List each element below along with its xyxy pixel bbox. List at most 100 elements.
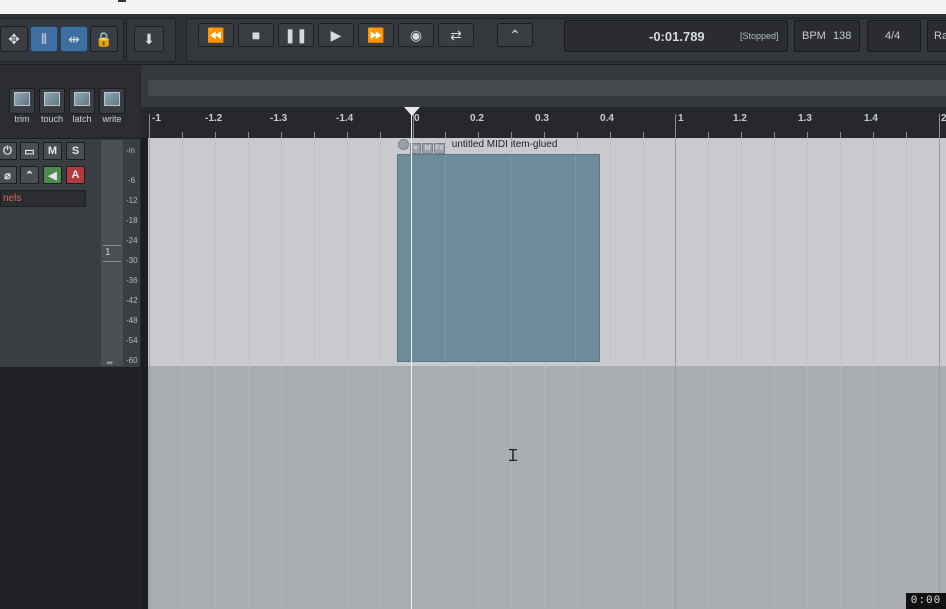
record-button[interactable]: ◉	[398, 23, 434, 47]
latch-label: latch	[72, 114, 92, 124]
time-signature-display[interactable]: 4/4	[867, 20, 921, 52]
repeat-button[interactable]: ⇄	[438, 23, 474, 47]
latch-mode-button[interactable]	[69, 88, 95, 114]
meter-in-label: -in	[126, 146, 135, 155]
save-button[interactable]: ⬇	[134, 26, 164, 52]
grid-line	[643, 138, 644, 609]
timeline-ruler[interactable]: -1 -1.2 -1.3 -1.4 0 0.2 0.3 0.4 1 1.2 1.…	[141, 107, 946, 138]
repeat-icon: ⇄	[450, 26, 462, 43]
touch-mode-button[interactable]	[39, 88, 65, 114]
media-item-name: untitled MIDI item-glued	[451, 139, 558, 150]
solo-button[interactable]: S	[66, 142, 85, 160]
snap-toggle-button[interactable]: ⇹	[60, 26, 88, 52]
bpm-label: BPM	[802, 30, 826, 42]
lock-button[interactable]: 🔒	[90, 26, 118, 52]
ruler-major-tick	[675, 114, 676, 138]
item-fx-button[interactable]: FX	[434, 143, 445, 154]
rate-label: Ra	[934, 30, 946, 42]
grid-line	[314, 138, 315, 609]
pause-button[interactable]: ❚❚	[278, 23, 314, 47]
grid-line	[380, 138, 381, 609]
touch-label: touch	[40, 114, 64, 124]
db-tick: -36	[126, 276, 138, 285]
item-grid-line	[445, 155, 446, 361]
media-item-header[interactable]: ≡ M FX untitled MIDI item-glued	[398, 139, 558, 154]
power-icon: ⏻	[3, 144, 12, 157]
record-monitor-button[interactable]: ◀	[43, 166, 62, 184]
move-arrows-icon: ✥	[8, 30, 20, 47]
grid-line	[610, 138, 611, 609]
envelope-toggle-button[interactable]: ⌃	[20, 166, 39, 184]
tcp-splitter[interactable]	[141, 65, 148, 609]
empty-tcp-area[interactable]	[0, 367, 140, 609]
time-readout: -0:01.789	[649, 29, 705, 44]
automation-write[interactable]: write	[99, 88, 127, 124]
fast-forward-icon: ⏩	[367, 26, 385, 43]
midi-media-item[interactable]	[397, 154, 600, 362]
main-toolbar: ✥ ⦀ ⇹ 🔒 ⬇ ⏪ ■ ❚❚ ▶ ⏩ ◉ ⇄ ⌃ -0:01.789 [St…	[0, 14, 946, 65]
trim-label: trim	[14, 114, 30, 124]
io-icon: ▭	[24, 145, 35, 158]
db-tick: -6	[128, 176, 136, 185]
envelope-touch-icon	[44, 92, 60, 106]
recording-clock: 0:00	[906, 593, 946, 609]
stop-button[interactable]: ■	[238, 23, 274, 47]
play-icon: ▶	[330, 26, 342, 43]
grid-toggle-button[interactable]: ⦀	[30, 26, 58, 52]
item-grid-line	[575, 155, 576, 361]
envelope-icon: ⌃	[509, 26, 521, 43]
rate-display[interactable]: Ra	[927, 20, 946, 52]
ruler-label: 0.3	[535, 113, 549, 124]
ruler-label: -1.3	[270, 113, 288, 124]
grid-line	[741, 138, 742, 609]
ruler-label: 0.2	[470, 113, 484, 124]
phase-button[interactable]: ⌀	[0, 166, 17, 184]
item-mute-button[interactable]: M	[422, 143, 433, 154]
pause-icon: ❚❚	[284, 26, 308, 43]
time-display[interactable]: -0:01.789 [Stopped]	[564, 20, 788, 52]
ruler-label: -1.2	[205, 113, 223, 124]
automation-trim[interactable]: trim	[9, 88, 37, 124]
meter-scale: -in -6 -12 -18 -24 -30 -36 -42 -48 -54 -…	[124, 140, 140, 366]
grid-line	[939, 138, 940, 609]
meter-footer-icon: ▂	[107, 357, 113, 364]
db-tick: -12	[126, 196, 138, 205]
envelope-trim-icon	[14, 92, 30, 106]
ruler-label: 2	[941, 113, 946, 124]
grid-lines-icon: ⦀	[40, 30, 48, 47]
write-mode-button[interactable]	[99, 88, 125, 114]
automation-latch[interactable]: latch	[69, 88, 97, 124]
mute-button[interactable]: M	[43, 142, 62, 160]
download-icon: ⬇	[143, 30, 155, 47]
db-tick: -48	[126, 316, 138, 325]
bpm-display[interactable]: BPM 138	[794, 20, 860, 52]
marker-lane-band[interactable]	[148, 80, 946, 96]
record-icon: ◉	[409, 26, 423, 43]
play-button[interactable]: ▶	[318, 23, 354, 47]
channels-selector[interactable]: nels	[0, 190, 86, 207]
db-tick: -18	[126, 216, 138, 225]
envelope-button[interactable]: ⌃	[497, 23, 533, 47]
empty-track-area[interactable]	[148, 366, 946, 609]
automation-button[interactable]: A	[66, 166, 85, 184]
grid-line	[906, 138, 907, 609]
trim-mode-button[interactable]	[9, 88, 35, 114]
meter-mark	[103, 245, 121, 246]
item-lock-icon[interactable]	[398, 139, 409, 150]
rewind-icon: ⏪	[207, 26, 225, 43]
edit-cursor-line[interactable]	[411, 112, 412, 609]
meter-mark	[103, 261, 121, 262]
automation-touch[interactable]: touch	[39, 88, 67, 124]
rewind-button[interactable]: ⏪	[198, 23, 234, 47]
envelope-line-icon: ⌃	[24, 169, 35, 182]
track-number: 1	[105, 247, 111, 258]
track-power-button[interactable]: ⏻	[0, 142, 17, 160]
ruler-major-tick	[939, 114, 940, 138]
edit-cursor-marker[interactable]	[404, 107, 420, 116]
grid-line	[149, 138, 150, 609]
ripple-tool-button[interactable]: ✥	[0, 26, 28, 52]
track-fx-bypass-button[interactable]: ▭	[20, 142, 39, 160]
fast-forward-button[interactable]: ⏩	[358, 23, 394, 47]
grid-line	[281, 138, 282, 609]
snap-icon: ⇹	[68, 30, 80, 47]
